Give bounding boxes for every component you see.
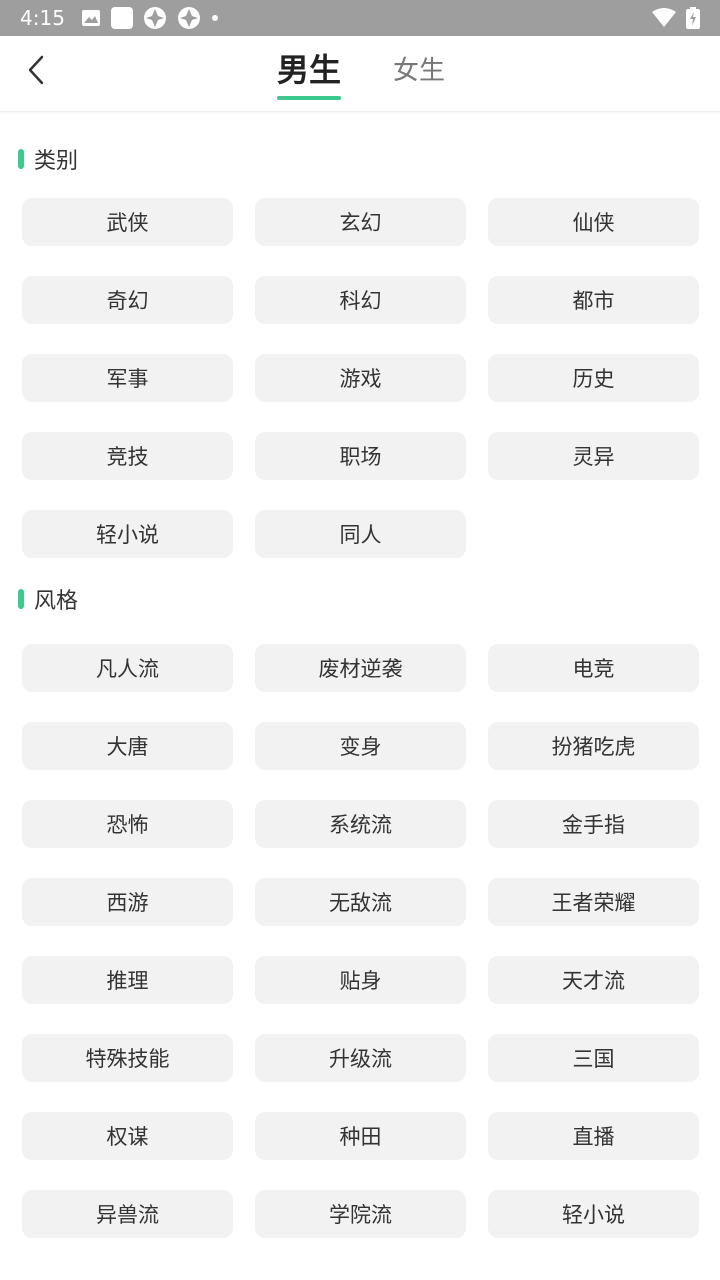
category-chip[interactable]: 游戏 (255, 354, 466, 402)
tab-male[interactable]: 男生 (277, 48, 342, 100)
category-chip[interactable]: 灵异 (488, 432, 699, 480)
style-chip[interactable]: 系统流 (255, 800, 466, 848)
category-chip[interactable]: 职场 (255, 432, 466, 480)
category-chip[interactable]: 历史 (488, 354, 699, 402)
section-title: 类别 (34, 149, 79, 174)
battery-charging-icon (686, 7, 700, 29)
style-chip[interactable]: 凡人流 (22, 644, 233, 692)
chevron-left-icon (26, 55, 46, 89)
category-content: 类别 武侠 玄幻 仙侠 奇幻 科幻 都市 军事 游戏 历史 竞技 职场 灵异 轻… (0, 138, 720, 1238)
app-square-icon (110, 7, 133, 29)
style-chip[interactable]: 特殊技能 (22, 1034, 233, 1082)
style-chip[interactable]: 大唐 (22, 722, 233, 770)
status-time: 4:15 (20, 6, 65, 30)
wifi-icon (652, 8, 676, 28)
style-chip[interactable]: 权谋 (22, 1112, 233, 1160)
style-chip[interactable]: 变身 (255, 722, 466, 770)
style-chip[interactable]: 天才流 (488, 956, 699, 1004)
category-chip[interactable]: 仙侠 (488, 198, 699, 246)
style-chip[interactable]: 扮猪吃虎 (488, 722, 699, 770)
section-title: 风格 (34, 589, 79, 614)
category-chip[interactable]: 同人 (255, 510, 466, 558)
gender-tabs: 男生 女生 (277, 48, 445, 100)
active-tab-indicator (277, 96, 342, 100)
app-bar: 男生 女生 (0, 36, 720, 112)
back-button[interactable] (18, 54, 54, 90)
category-chip[interactable]: 玄幻 (255, 198, 466, 246)
category-chip[interactable]: 军事 (22, 354, 233, 402)
style-chip[interactable]: 学院流 (255, 1190, 466, 1238)
image-icon (81, 9, 101, 27)
section-header-category: 类别 (18, 138, 698, 180)
style-grid: 凡人流 废材逆袭 电竞 大唐 变身 扮猪吃虎 恐怖 系统流 金手指 西游 无敌流… (22, 644, 699, 1238)
style-chip[interactable]: 西游 (22, 878, 233, 926)
tab-male-label: 男生 (277, 51, 342, 89)
style-chip[interactable]: 无敌流 (255, 878, 466, 926)
section-header-style: 风格 (18, 578, 698, 620)
style-chip[interactable]: 金手指 (488, 800, 699, 848)
style-chip[interactable]: 贴身 (255, 956, 466, 1004)
category-chip[interactable]: 武侠 (22, 198, 233, 246)
style-chip[interactable]: 异兽流 (22, 1190, 233, 1238)
tab-female-label: 女生 (393, 56, 446, 86)
category-chip[interactable]: 竞技 (22, 432, 233, 480)
category-grid: 武侠 玄幻 仙侠 奇幻 科幻 都市 军事 游戏 历史 竞技 职场 灵异 轻小说 … (22, 198, 699, 558)
style-chip[interactable]: 推理 (22, 956, 233, 1004)
style-chip[interactable]: 轻小说 (488, 1190, 699, 1238)
style-chip[interactable]: 三国 (488, 1034, 699, 1082)
category-chip[interactable]: 都市 (488, 276, 699, 324)
category-chip[interactable]: 轻小说 (22, 510, 233, 558)
style-chip[interactable]: 恐怖 (22, 800, 233, 848)
style-chip[interactable]: 废材逆袭 (255, 644, 466, 692)
style-chip[interactable]: 王者荣耀 (488, 878, 699, 926)
section-accent-bar (18, 149, 24, 169)
style-chip[interactable]: 电竞 (488, 644, 699, 692)
section-accent-bar (18, 589, 24, 609)
aperture-icon (177, 6, 201, 30)
aperture-icon (143, 6, 167, 30)
category-chip[interactable]: 科幻 (255, 276, 466, 324)
category-chip[interactable]: 奇幻 (22, 276, 233, 324)
tab-female[interactable]: 女生 (393, 48, 445, 100)
style-chip[interactable]: 种田 (255, 1112, 466, 1160)
dot-icon (211, 14, 219, 22)
style-chip[interactable]: 升级流 (255, 1034, 466, 1082)
status-bar: 4:15 (0, 0, 720, 36)
style-chip[interactable]: 直播 (488, 1112, 699, 1160)
